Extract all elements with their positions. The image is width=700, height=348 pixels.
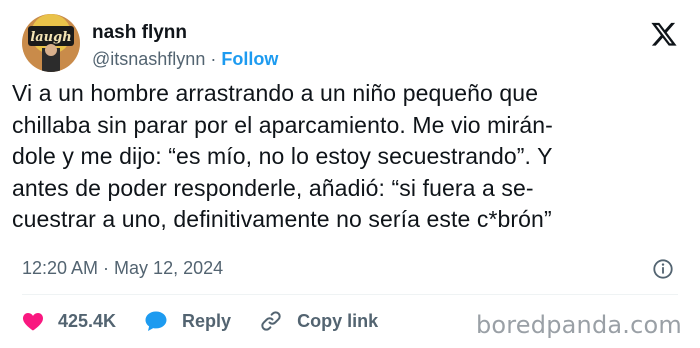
laugh-factory-avatar-icon: laugh: [22, 14, 80, 72]
info-icon[interactable]: [652, 258, 674, 280]
tweet-text-line: Vi a un hombre arrastrando a un niño peq…: [12, 80, 539, 106]
reply-bubble-icon: [145, 311, 167, 331]
x-logo-icon[interactable]: [650, 20, 678, 48]
follow-button[interactable]: Follow: [221, 49, 278, 69]
reply-label: Reply: [182, 310, 232, 331]
copy-link-label: Copy link: [297, 310, 379, 331]
tweet-text-line: dole y me dijo: “es mío, no lo estoy sec…: [12, 143, 553, 169]
avatar[interactable]: laugh: [22, 14, 80, 72]
separator-dot: ·: [210, 49, 217, 69]
copy-link-button[interactable]: Copy link: [259, 309, 378, 333]
heart-icon: [22, 313, 44, 331]
reply-button[interactable]: Reply: [144, 310, 231, 332]
action-bar: 425.4K Reply Copy link: [22, 306, 406, 336]
author-handle-row: @itsnashflynn · Follow: [92, 49, 278, 70]
like-count: 425.4K: [58, 310, 117, 331]
tweet-text-line: chillaba sin parar por el aparcamiento. …: [12, 111, 553, 138]
author-name[interactable]: nash flynn: [92, 22, 187, 44]
link-icon: [261, 311, 281, 331]
tweet-text-line: antes de poder responderle, añadió: “si …: [12, 174, 534, 201]
boredpanda-watermark: boredpanda.com: [475, 311, 682, 339]
avatar-logo-text: laugh: [30, 30, 71, 45]
tweet-timestamp[interactable]: 12:20 AM · May 12, 2024: [22, 258, 223, 279]
divider: [22, 294, 678, 295]
tweet-text: Vi a un hombre arrastrando a un niño peq…: [12, 78, 688, 236]
author-handle[interactable]: @itsnashflynn: [92, 49, 205, 69]
like-button[interactable]: 425.4K: [22, 311, 116, 332]
tweet-text-line: cuestrar a uno, definitivamente no sería…: [12, 206, 552, 232]
